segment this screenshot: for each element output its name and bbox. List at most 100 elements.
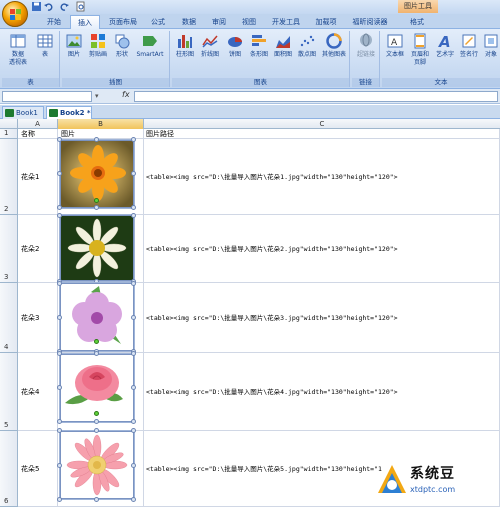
- print-preview-icon[interactable]: [75, 1, 86, 12]
- rotation-handle[interactable]: [94, 411, 99, 416]
- tab-developer[interactable]: 开发工具: [266, 15, 306, 29]
- other-charts-button[interactable]: 其他图表: [320, 33, 348, 59]
- resize-handle[interactable]: [131, 428, 136, 433]
- undo-icon[interactable]: [43, 1, 54, 12]
- resize-handle[interactable]: [131, 281, 136, 286]
- column-header-a[interactable]: A: [18, 119, 58, 129]
- pie-chart-button[interactable]: 饼图: [224, 33, 246, 59]
- workbook-tab-book1[interactable]: Book1 *: [2, 106, 44, 129]
- resize-handle[interactable]: [94, 351, 99, 356]
- resize-handle[interactable]: [131, 205, 136, 210]
- resize-handle[interactable]: [57, 385, 62, 390]
- row-header-6[interactable]: 6: [0, 431, 18, 507]
- tab-insert[interactable]: 插入: [70, 15, 100, 29]
- row-header-5[interactable]: 5: [0, 353, 18, 431]
- row-header-3[interactable]: 3: [0, 215, 18, 283]
- rotation-handle[interactable]: [94, 198, 99, 203]
- object-button[interactable]: 对象: [482, 33, 500, 59]
- resize-handle[interactable]: [94, 205, 99, 210]
- formula-input[interactable]: [134, 91, 498, 102]
- tab-review[interactable]: 审阅: [206, 15, 232, 29]
- tab-addins[interactable]: 加载项: [310, 15, 342, 29]
- select-all-corner[interactable]: [0, 119, 18, 129]
- bar-chart-button[interactable]: 条形图: [248, 33, 270, 59]
- rotation-handle[interactable]: [94, 339, 99, 344]
- other-charts-icon: [326, 33, 342, 49]
- picture-button[interactable]: 图片: [64, 33, 84, 59]
- resize-handle[interactable]: [94, 428, 99, 433]
- resize-handle[interactable]: [57, 137, 62, 142]
- cell-c2[interactable]: <table><img src="D:\批量导入图片\花朵1.jpg"width…: [144, 139, 500, 215]
- inserted-picture-5[interactable]: [60, 431, 134, 499]
- area-chart-button[interactable]: 面积图: [272, 33, 294, 59]
- shapes-button[interactable]: 形状: [112, 33, 132, 59]
- resize-handle[interactable]: [94, 497, 99, 502]
- resize-handle[interactable]: [57, 428, 62, 433]
- cell-c4[interactable]: <table><img src="D:\批量导入图片\花朵3.jpg"width…: [144, 283, 500, 353]
- scatter-chart-button[interactable]: 散点图: [296, 33, 318, 59]
- tab-data[interactable]: 数据: [176, 15, 202, 29]
- name-box-dropdown-icon[interactable]: ▾: [95, 92, 99, 100]
- resize-handle[interactable]: [57, 351, 62, 356]
- cell-a4[interactable]: 花朵3: [18, 283, 58, 353]
- resize-handle[interactable]: [131, 463, 136, 468]
- cell-c3[interactable]: <table><img src="D:\批量导入图片\花朵2.jpg"width…: [144, 215, 500, 283]
- wordart-button[interactable]: A 艺术字: [434, 33, 456, 59]
- resize-handle[interactable]: [57, 281, 62, 286]
- resize-handle[interactable]: [94, 137, 99, 142]
- resize-handle[interactable]: [131, 385, 136, 390]
- watermark-title: 系统豆: [410, 466, 455, 482]
- resize-handle[interactable]: [57, 315, 62, 320]
- resize-handle[interactable]: [131, 315, 136, 320]
- cell-a1[interactable]: 名称: [18, 129, 58, 139]
- resize-handle[interactable]: [57, 497, 62, 502]
- cell-a3[interactable]: 花朵2: [18, 215, 58, 283]
- insert-function-button[interactable]: fx: [122, 90, 130, 99]
- name-box[interactable]: [2, 91, 92, 102]
- row-header-1[interactable]: 1: [0, 129, 18, 139]
- column-header-c[interactable]: C: [144, 119, 500, 129]
- redo-icon[interactable]: [59, 1, 70, 12]
- smartart-button[interactable]: SmartArt: [134, 33, 166, 59]
- resize-handle[interactable]: [131, 419, 136, 424]
- row-header-2[interactable]: 2: [0, 139, 18, 215]
- resize-handle[interactable]: [57, 419, 62, 424]
- clip-art-button[interactable]: 剪贴画: [86, 33, 110, 59]
- row-header-4[interactable]: 4: [0, 283, 18, 353]
- resize-handle[interactable]: [57, 213, 62, 218]
- tab-page-layout[interactable]: 页面布局: [103, 15, 143, 29]
- inserted-picture-2[interactable]: [60, 215, 134, 281]
- resize-handle[interactable]: [131, 137, 136, 142]
- tab-view[interactable]: 视图: [236, 15, 262, 29]
- resize-handle[interactable]: [57, 463, 62, 468]
- signature-line-button[interactable]: 签名行: [458, 33, 480, 59]
- tab-home[interactable]: 开始: [40, 15, 68, 29]
- cell-a5[interactable]: 花朵4: [18, 353, 58, 431]
- cell-a2[interactable]: 花朵1: [18, 139, 58, 215]
- tab-foxit-reader[interactable]: 福昕阅读器: [346, 15, 394, 29]
- resize-handle[interactable]: [57, 205, 62, 210]
- workbook-tab-book2[interactable]: Book2 *: [46, 106, 92, 119]
- cell-a6[interactable]: 花朵5: [18, 431, 58, 507]
- resize-handle[interactable]: [94, 419, 99, 424]
- text-box-button[interactable]: A 文本框: [384, 33, 406, 59]
- cell-c5[interactable]: <table><img src="D:\批量导入图片\花朵4.jpg"width…: [144, 353, 500, 431]
- header-footer-button[interactable]: 页眉和 页脚: [408, 33, 432, 67]
- table-button[interactable]: 表: [34, 33, 56, 59]
- line-chart-button[interactable]: 折线图: [198, 33, 222, 59]
- save-icon[interactable]: [31, 1, 42, 12]
- resize-handle[interactable]: [131, 213, 136, 218]
- office-button[interactable]: [2, 1, 28, 27]
- resize-handle[interactable]: [131, 351, 136, 356]
- cell-c1[interactable]: 图片路径: [144, 129, 500, 139]
- column-chart-button[interactable]: 柱形图: [174, 33, 196, 59]
- resize-handle[interactable]: [131, 171, 136, 176]
- resize-handle[interactable]: [57, 171, 62, 176]
- excel-file-icon: [5, 109, 14, 117]
- hyperlink-button[interactable]: 超链接: [354, 33, 378, 59]
- column-header-b[interactable]: B: [58, 119, 144, 129]
- tab-format[interactable]: 格式: [402, 15, 432, 29]
- tab-formulas[interactable]: 公式: [145, 15, 171, 29]
- pivot-table-button[interactable]: 数据 透视表: [4, 33, 32, 67]
- resize-handle[interactable]: [131, 497, 136, 502]
